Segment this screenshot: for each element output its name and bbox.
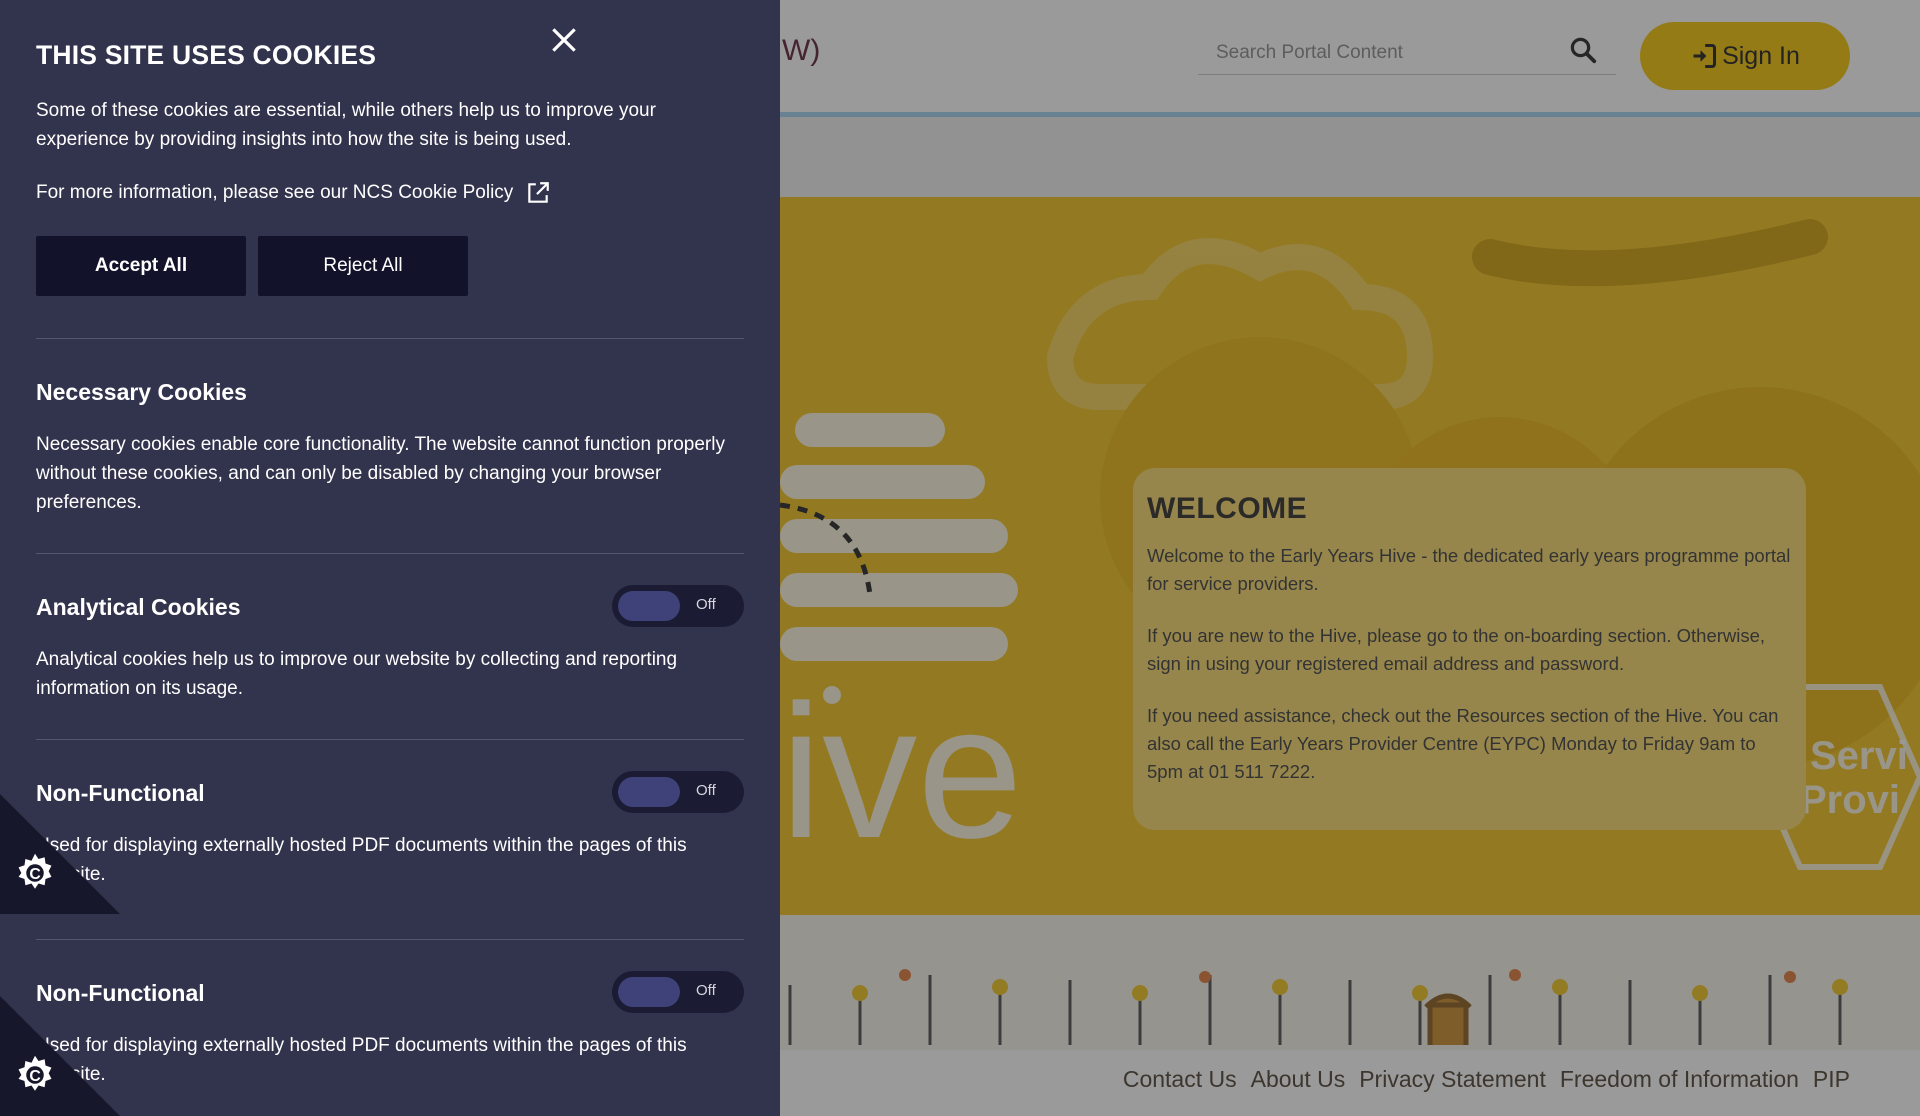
- non-functional-toggle[interactable]: Off: [612, 771, 744, 813]
- necessary-cookies-text: Necessary cookies enable core functional…: [36, 434, 725, 513]
- cookie-policy-text: For more information, please see our NCS…: [36, 182, 514, 203]
- divider: [36, 553, 744, 554]
- non-functional-text: Used for displaying externally hosted PD…: [36, 835, 687, 885]
- divider: [36, 739, 744, 740]
- reject-all-button[interactable]: Reject All: [258, 236, 468, 296]
- accept-all-button[interactable]: Accept All: [36, 236, 246, 296]
- cookie-policy-link[interactable]: For more information, please see our NCS…: [36, 180, 551, 206]
- toggle-knob: [618, 591, 680, 621]
- close-icon[interactable]: [548, 24, 580, 56]
- cookie-intro: Some of these cookies are essential, whi…: [36, 100, 656, 150]
- cookie-panel-title: THIS SITE USES COOKIES: [36, 40, 377, 70]
- cookie-settings-badge[interactable]: C: [0, 996, 120, 1116]
- analytical-cookies-text: Analytical cookies help us to improve ou…: [36, 649, 678, 699]
- svg-text:C: C: [29, 1068, 40, 1085]
- cookie-settings-badge[interactable]: C: [0, 794, 120, 914]
- cookie-gear-icon[interactable]: C: [14, 852, 56, 894]
- analytical-cookies-toggle[interactable]: Off: [612, 585, 744, 627]
- toggle-state: Off: [696, 982, 716, 999]
- analytical-cookies-heading: Analytical Cookies: [36, 594, 241, 620]
- toggle-state: Off: [696, 782, 716, 799]
- toggle-knob: [618, 777, 680, 807]
- svg-text:C: C: [29, 866, 40, 883]
- non-functional-toggle[interactable]: Off: [612, 971, 744, 1013]
- non-functional-text: Used for displaying externally hosted PD…: [36, 1035, 687, 1085]
- cookie-consent-panel: THIS SITE USES COOKIES Some of these coo…: [0, 0, 780, 1116]
- cookie-gear-icon[interactable]: C: [14, 1054, 56, 1096]
- divider: [36, 939, 744, 940]
- necessary-cookies-heading: Necessary Cookies: [36, 379, 247, 405]
- divider: [36, 338, 744, 339]
- toggle-knob: [618, 977, 680, 1007]
- toggle-state: Off: [696, 596, 716, 613]
- external-link-icon: [528, 182, 550, 203]
